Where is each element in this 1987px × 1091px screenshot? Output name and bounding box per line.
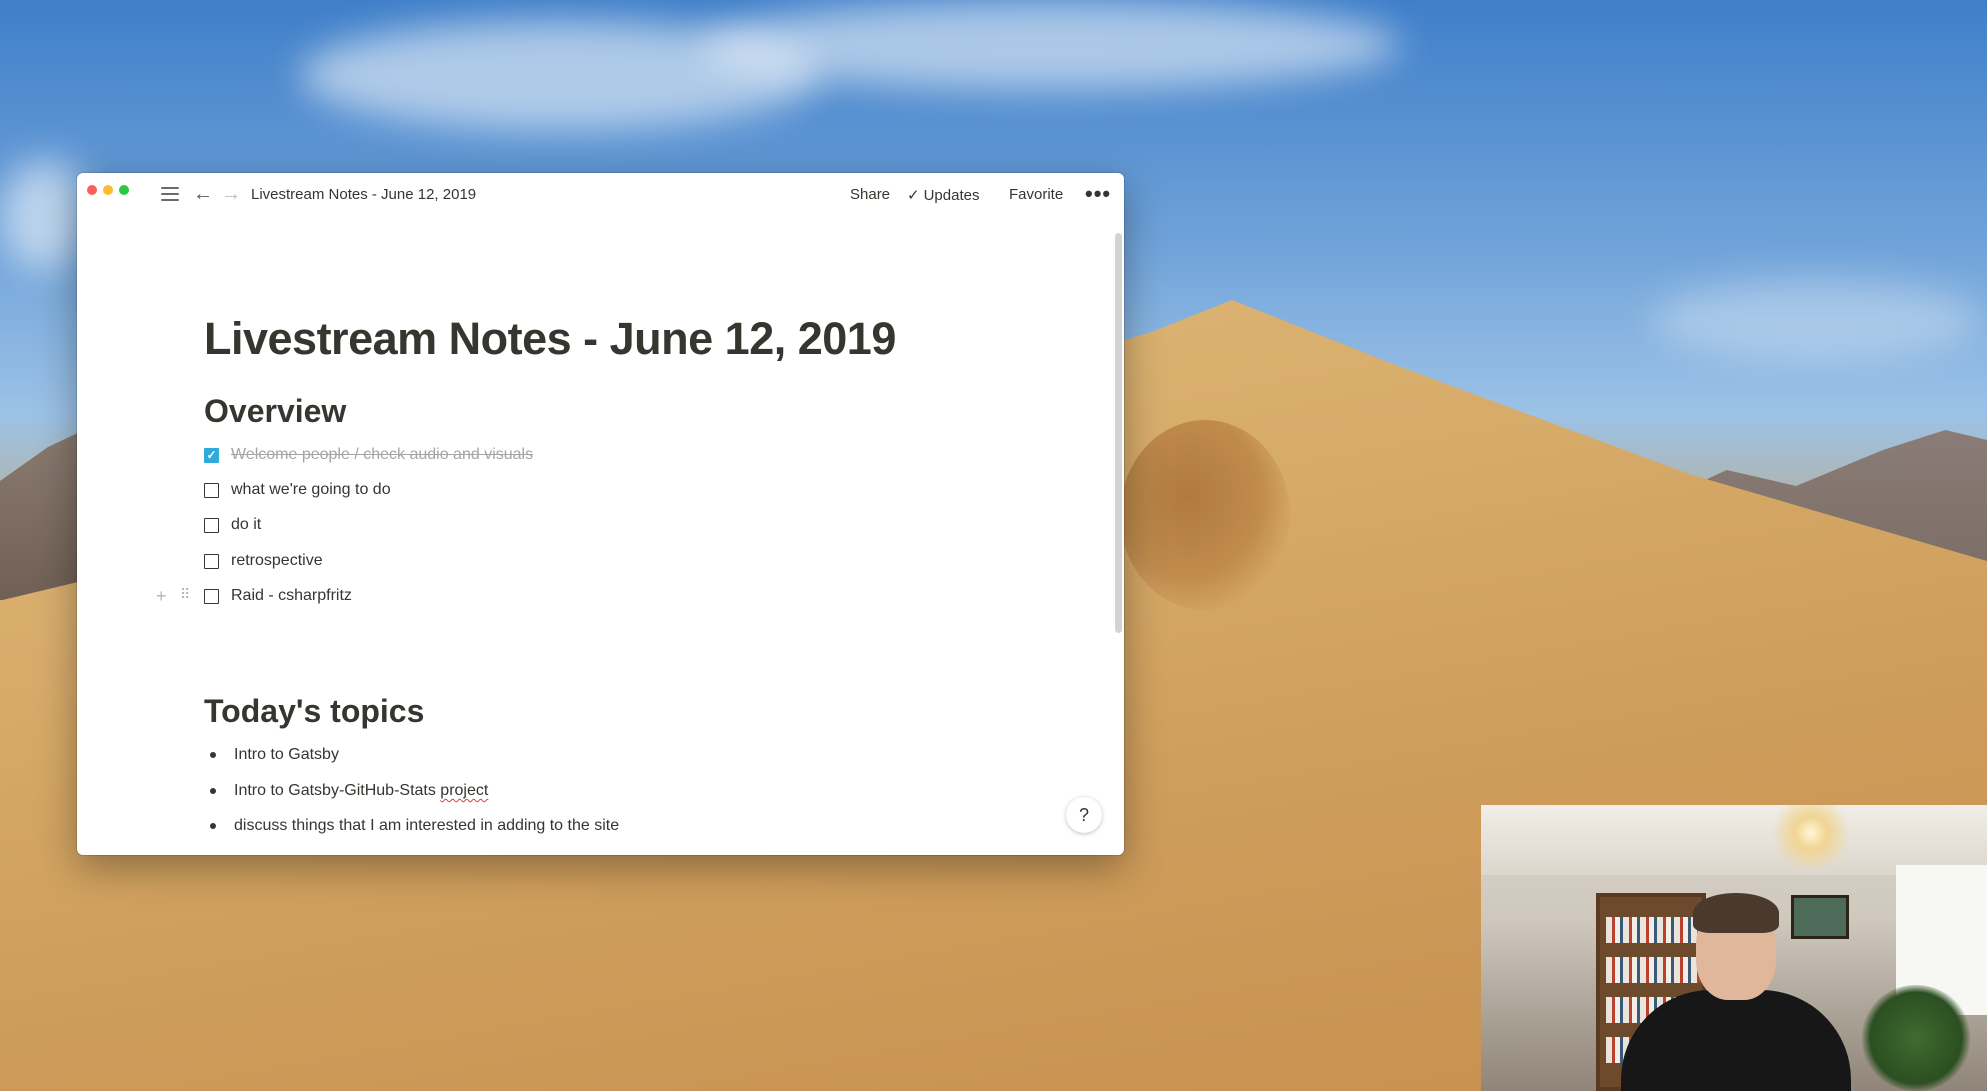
bullet-icon — [210, 823, 216, 829]
bullet-icon — [210, 752, 216, 758]
help-button[interactable]: ? — [1066, 797, 1102, 833]
list-item-text-part: Intro to Gatsby-GitHub-Stats — [234, 782, 441, 799]
list-item: Intro to Gatsby — [204, 743, 339, 767]
list-item-text[interactable]: discuss things that I am interested in a… — [234, 817, 619, 835]
list-item-text-part: discuss things that I am interested in a… — [234, 817, 620, 834]
breadcrumb[interactable]: Livestream Notes - June 12, 2019 — [251, 186, 476, 203]
more-options-button[interactable]: ••• — [1085, 181, 1111, 207]
dune-shadow — [1120, 420, 1290, 610]
plus-icon[interactable]: + — [156, 586, 167, 607]
wall-painting — [1791, 895, 1849, 939]
page-title[interactable]: Livestream Notes - June 12, 2019 — [204, 313, 896, 365]
todo-item: + ⠿ Raid - csharpfritz — [156, 584, 352, 608]
updates-button[interactable]: ✓ Updates — [907, 186, 979, 204]
updates-label: Updates — [923, 187, 980, 204]
todo-text[interactable]: retrospective — [231, 552, 323, 570]
cloud — [700, 0, 1400, 90]
todo-text[interactable]: Welcome people / check audio and visuals — [231, 446, 533, 464]
hamburger-icon[interactable] — [161, 187, 179, 201]
todo-text[interactable]: what we're going to do — [231, 481, 391, 499]
list-item-text[interactable]: Intro to Gatsby — [234, 746, 339, 764]
chandelier — [1761, 805, 1861, 875]
todo-item: what we're going to do — [204, 478, 391, 502]
drag-handle-icon[interactable]: ⠿ — [180, 586, 190, 603]
topics-heading[interactable]: Today's topics — [204, 693, 424, 730]
list-item: discuss things that I am interested in a… — [204, 814, 619, 838]
todo-text[interactable]: Raid - csharpfritz — [231, 587, 352, 605]
share-button[interactable]: Share — [850, 186, 890, 203]
todo-item: retrospective — [204, 549, 323, 573]
maximize-window-button[interactable] — [119, 185, 129, 195]
plant — [1861, 985, 1971, 1091]
notes-app-window: ← → Livestream Notes - June 12, 2019 Sha… — [77, 173, 1124, 855]
list-item-text-part: Intro to Gatsby — [234, 746, 339, 763]
todo-text[interactable]: do it — [231, 516, 261, 534]
list-item: Intro to Gatsby-GitHub-Stats project — [204, 779, 488, 803]
arrow-right-icon[interactable]: → — [221, 184, 241, 204]
list-item-text[interactable]: Intro to Gatsby-GitHub-Stats project — [234, 782, 488, 800]
webcam-overlay — [1481, 805, 1987, 1091]
cloud — [1650, 280, 1980, 360]
arrow-left-icon[interactable]: ← — [193, 184, 213, 204]
checkbox[interactable] — [204, 553, 219, 569]
bullet-icon — [210, 788, 216, 794]
checkbox[interactable] — [204, 588, 219, 604]
checkbox[interactable] — [204, 517, 219, 533]
favorite-button[interactable]: Favorite — [1009, 186, 1063, 203]
person-hair — [1693, 893, 1779, 933]
todo-item: do it — [204, 513, 261, 537]
checkbox[interactable] — [204, 482, 219, 498]
minimize-window-button[interactable] — [103, 185, 113, 195]
misspelled-word: project — [440, 782, 489, 799]
checkbox-checked[interactable]: ✓ — [204, 447, 219, 463]
window-toolbar: ← → Livestream Notes - June 12, 2019 Sha… — [77, 173, 1124, 217]
checkmark-icon: ✓ — [907, 187, 920, 204]
scrollbar[interactable] — [1115, 233, 1122, 633]
todo-item: ✓ Welcome people / check audio and visua… — [204, 443, 533, 467]
close-window-button[interactable] — [87, 185, 97, 195]
overview-heading[interactable]: Overview — [204, 393, 346, 430]
